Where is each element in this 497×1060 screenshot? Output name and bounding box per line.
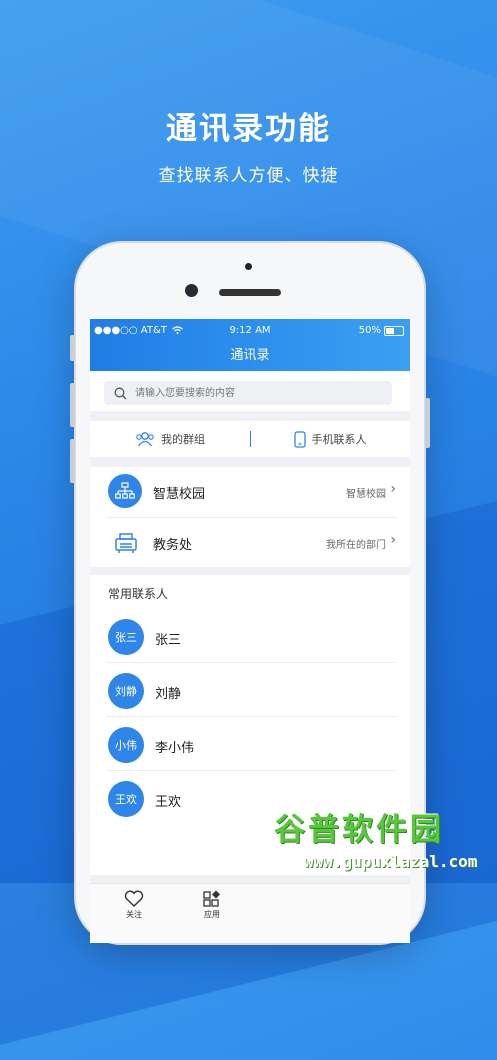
chevron-right-icon: ›: [390, 532, 396, 548]
chevron-right-icon: ›: [390, 481, 396, 497]
promo-subtitle: 查找联系人方便、快捷: [158, 166, 339, 186]
mute-switch: [70, 335, 75, 361]
watermark-url: www.gupuxlazal.com: [304, 852, 478, 871]
tab-my-groups[interactable]: 我的群组: [90, 431, 250, 447]
contact-name: 李小伟: [155, 741, 195, 756]
search-icon: [114, 387, 127, 399]
nav-apps[interactable]: 应用: [182, 890, 242, 920]
sensor-dot: [245, 263, 252, 270]
org-name: 教务处: [153, 538, 193, 553]
app-header: ●●●○○ AT&T 9:12 AM 50% 通讯录: [90, 319, 410, 371]
tab-divider: [250, 431, 251, 447]
earpiece-speaker: [219, 289, 281, 296]
search-bar: [90, 371, 410, 411]
org-meta: 智慧校园: [346, 489, 386, 500]
nav-follow[interactable]: 关注: [104, 890, 164, 920]
volume-up-button: [70, 383, 75, 427]
contact-name: 王欢: [155, 795, 182, 810]
contact-name: 张三: [155, 633, 182, 648]
org-row-academic-affairs[interactable]: 教务处 我所在的部门 ›: [90, 518, 410, 568]
page-title: 通讯录: [230, 348, 270, 363]
contact-item[interactable]: 小伟 李小伟: [90, 717, 410, 771]
phone-icon: [293, 430, 306, 448]
nav-label: 关注: [126, 910, 142, 919]
org-meta: 我所在的部门: [326, 540, 386, 551]
heart-icon: [124, 890, 144, 907]
battery-percent: 50%: [358, 325, 381, 336]
site-watermark: 谷普软件园 www.gupuxlazal.com: [268, 802, 497, 883]
tab-label: 我的群组: [161, 433, 205, 446]
avatar: 王欢: [108, 781, 144, 817]
battery-status: 50%: [359, 325, 404, 336]
avatar: 小伟: [108, 727, 144, 763]
tab-phone-contacts[interactable]: 手机联系人: [250, 430, 410, 448]
org-chart-icon: [108, 474, 142, 508]
organization-list: 智慧校园 智慧校园 › 教务处 我所在的部门 ›: [90, 467, 410, 567]
contact-item[interactable]: 刘静 刘静: [90, 663, 410, 717]
bottom-navigation: 关注 应用: [90, 883, 410, 943]
nav-label: 应用: [204, 910, 220, 919]
avatar: 张三: [108, 619, 144, 655]
front-camera: [185, 284, 198, 297]
contact-name: 刘静: [155, 687, 182, 702]
power-button: [425, 398, 430, 448]
volume-down-button: [70, 439, 75, 483]
org-name: 智慧校园: [153, 487, 206, 502]
contact-item[interactable]: 张三 张三: [90, 609, 410, 663]
search-field[interactable]: [104, 381, 392, 405]
org-row-smart-campus[interactable]: 智慧校园 智慧校园 ›: [90, 467, 410, 518]
promo-title: 通讯录功能: [166, 111, 331, 147]
section-title: 常用联系人: [108, 587, 169, 601]
contact-tabs: 我的群组 手机联系人: [90, 421, 410, 457]
tab-label: 手机联系人: [311, 433, 367, 446]
battery-icon: [384, 325, 404, 336]
avatar: 刘静: [108, 673, 144, 709]
battery-level: [386, 327, 394, 334]
apps-icon: [203, 890, 220, 907]
status-bar: ●●●○○ AT&T 9:12 AM 50%: [90, 325, 410, 339]
watermark-brand: 谷普软件园: [274, 812, 444, 848]
search-input[interactable]: [133, 386, 377, 400]
group-icon: [136, 432, 154, 447]
department-icon: [115, 533, 137, 553]
